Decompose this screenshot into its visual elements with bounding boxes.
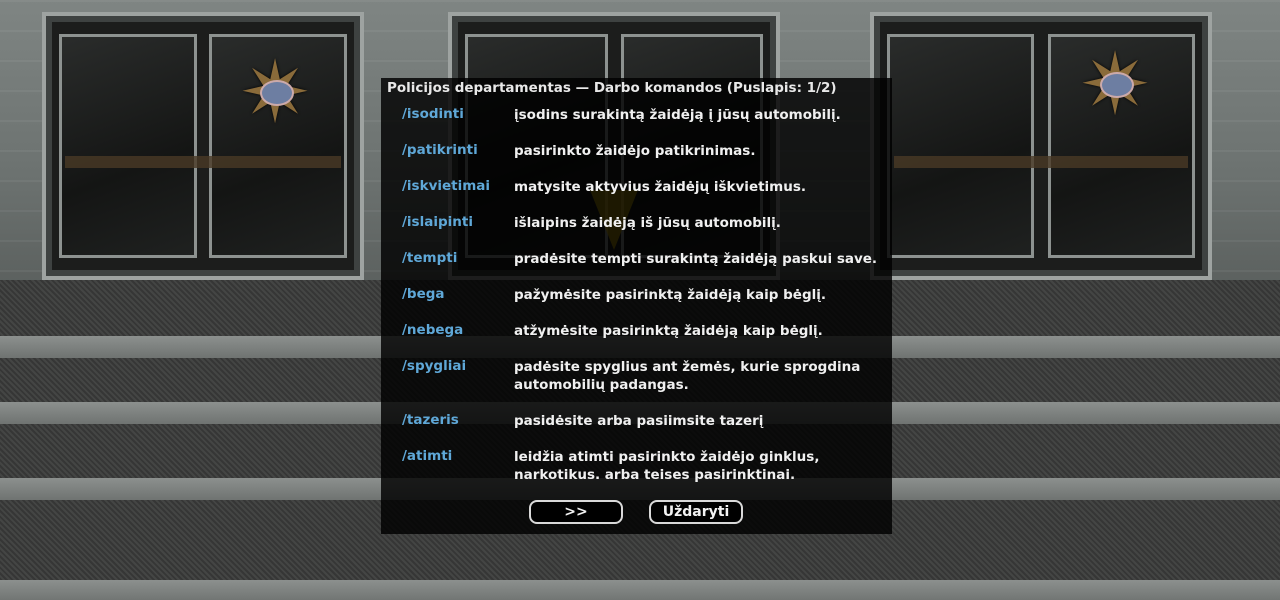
command-name: /bega bbox=[402, 286, 445, 302]
command-description: išlaipins žaidėją iš jūsų automobilį. bbox=[514, 215, 781, 231]
command-name: /atimti bbox=[402, 448, 453, 464]
command-description: pasirinkto žaidėjo patikrinimas. bbox=[514, 143, 756, 159]
command-description: pasidėsite arba pasiimsite tazerį bbox=[514, 413, 764, 429]
command-description: įsodins surakintą žaidėją į jūsų automob… bbox=[514, 107, 841, 123]
command-name: /islaipinti bbox=[402, 214, 473, 230]
dialog-title: Policijos departamentas — Darbo komandos… bbox=[387, 80, 837, 96]
command-name: /iskvietimai bbox=[402, 178, 491, 194]
sheriff-star-badge-icon: ✷ bbox=[232, 50, 318, 136]
command-name: /tempti bbox=[402, 250, 458, 266]
command-name: /isodinti bbox=[402, 106, 464, 122]
command-description: matysite aktyvius žaidėjų iškvietimus. bbox=[514, 179, 807, 195]
commands-dialog: Policijos departamentas — Darbo komandos… bbox=[381, 78, 892, 534]
command-description: atžymėsite pasirinktą žaidėją kaip bėglį… bbox=[514, 323, 823, 339]
command-name: /tazeris bbox=[402, 412, 459, 428]
command-description: pažymėsite pasirinktą žaidėją kaip bėglį… bbox=[514, 287, 826, 303]
command-description: pradėsite tempti surakintą žaidėją pasku… bbox=[514, 251, 878, 267]
sheriff-star-badge-icon: ✷ bbox=[1072, 42, 1158, 128]
command-description: padėsite spyglius ant žemės, kurie sprog… bbox=[514, 359, 861, 393]
close-button[interactable]: Uždaryti bbox=[649, 500, 743, 524]
command-name: /nebega bbox=[402, 322, 464, 338]
next-page-button[interactable]: >> bbox=[529, 500, 623, 524]
command-name: /patikrinti bbox=[402, 142, 478, 158]
command-name: /spygliai bbox=[402, 358, 467, 374]
door-right bbox=[870, 12, 1212, 280]
command-description: leidžia atimti pasirinkto žaidėjo ginklu… bbox=[514, 449, 820, 483]
